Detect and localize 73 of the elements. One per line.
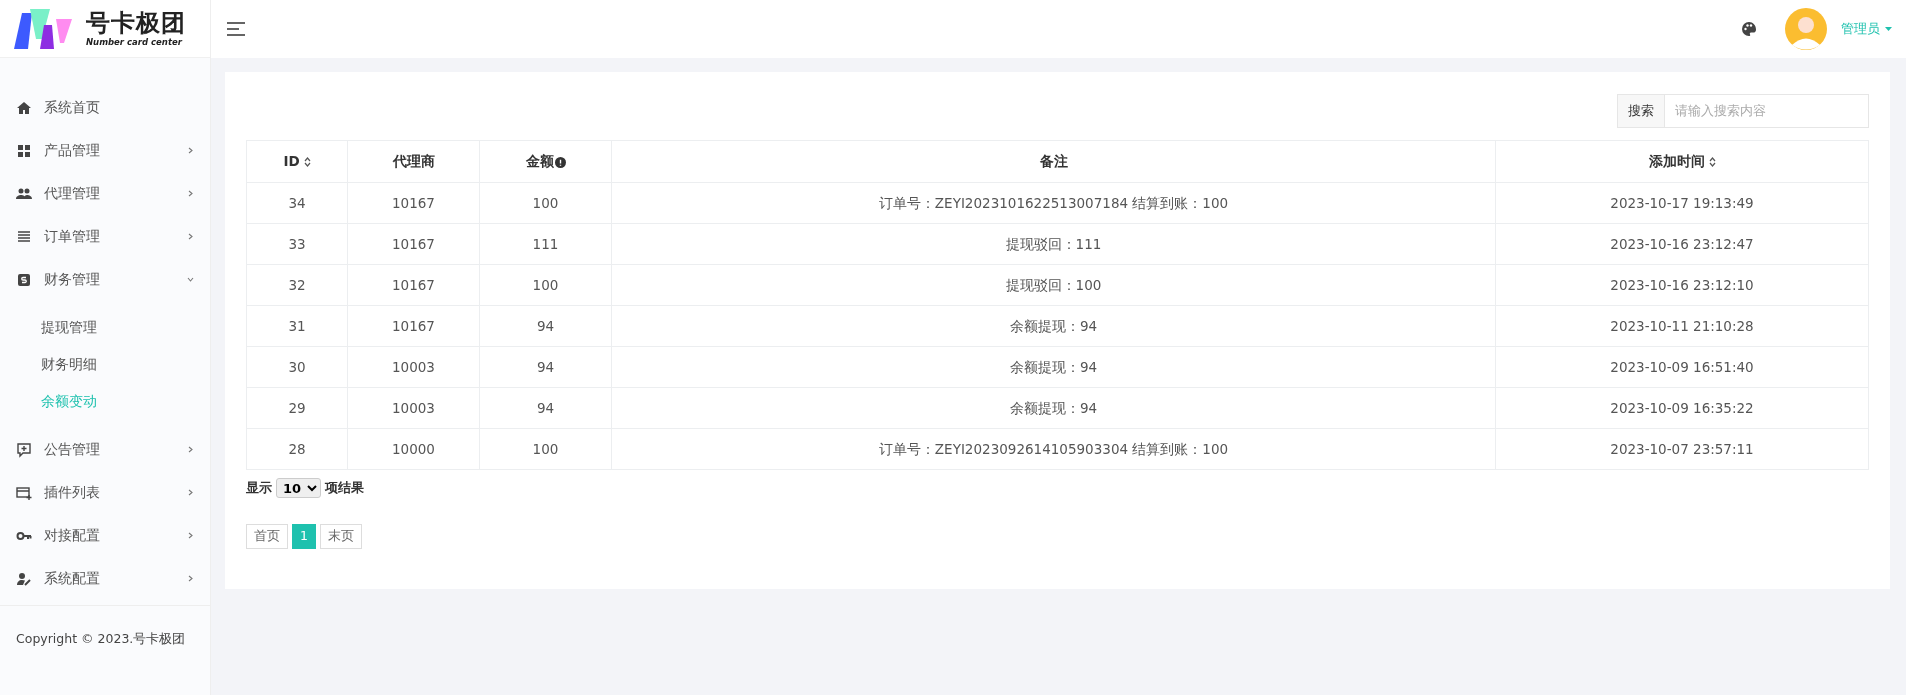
table-cell: 提现驳回：100 (611, 264, 1496, 306)
table-cell: 2023-10-09 16:51:40 (1495, 346, 1869, 388)
table-cell: 10167 (347, 305, 480, 347)
table-cell: 33 (246, 223, 348, 265)
logo-subtitle: Number card center (86, 37, 184, 47)
column-header: 金额 (479, 140, 612, 183)
column-header[interactable]: ID (246, 140, 348, 183)
table-cell: 10003 (347, 346, 480, 388)
table-cell: 100 (479, 182, 612, 224)
table-cell: 29 (246, 387, 348, 429)
table-cell: 2023-10-07 23:57:11 (1495, 428, 1869, 470)
table-cell: 余额提现：94 (611, 346, 1496, 388)
table-cell: 余额提现：94 (611, 387, 1496, 429)
column-header: 备注 (611, 140, 1496, 183)
table-cell: 订单号：ZEYI2023101622513007184 结算到账：100 (611, 182, 1496, 224)
table-cell: 10167 (347, 264, 480, 306)
table-cell: 10003 (347, 387, 480, 429)
announcement-icon (16, 441, 32, 458)
table-cell: 余额提现：94 (611, 305, 1496, 347)
search-label: 搜索 (1617, 94, 1665, 128)
list-icon (16, 228, 32, 245)
copyright-text: Copyright © 2023.号卡极团 (0, 605, 210, 695)
table-cell: 32 (246, 264, 348, 306)
table-cell: 订单号：ZEYI2023092614105903304 结算到账：100 (611, 428, 1496, 470)
table-cell: 2023-10-17 19:13:49 (1495, 182, 1869, 224)
table-cell: 2023-10-16 23:12:10 (1495, 264, 1869, 306)
table-cell: 94 (479, 387, 612, 429)
grid-icon (16, 142, 32, 159)
home-icon (16, 99, 32, 116)
menu-item[interactable]: 系统首页 (0, 86, 210, 129)
dollar-icon (16, 271, 32, 288)
menu-icon[interactable] (227, 22, 245, 36)
table-cell: 94 (479, 346, 612, 388)
table-cell: 34 (246, 182, 348, 224)
table-cell: 2023-10-09 16:35:22 (1495, 387, 1869, 429)
search-field[interactable]: 请输入搜索内容 (1665, 94, 1869, 128)
table-cell: 100 (479, 264, 612, 306)
menu-item[interactable]: 对接配置 (0, 514, 210, 557)
page-size-label: 项结果 (325, 479, 364, 498)
sort-icon[interactable] (1708, 157, 1716, 168)
palette-icon[interactable] (1741, 21, 1757, 37)
menu-item[interactable]: 订单管理 (0, 215, 210, 258)
page-size-select[interactable]: 10 (276, 478, 321, 498)
sort-icon[interactable] (303, 157, 311, 168)
page-button[interactable]: 首页 (246, 524, 288, 549)
logo-title: 号卡极团 (86, 10, 186, 35)
menu-item[interactable]: 插件列表 (0, 471, 210, 514)
menu-item[interactable]: 系统配置 (0, 557, 210, 600)
menu-item[interactable]: 产品管理 (0, 129, 210, 172)
menu-item[interactable]: 财务管理 (0, 258, 210, 301)
table-cell: 10167 (347, 182, 480, 224)
column-header[interactable]: 添加时间 (1495, 140, 1869, 183)
info-icon (554, 156, 566, 168)
menu-item[interactable]: 公告管理 (0, 428, 210, 471)
table-cell: 111 (479, 223, 612, 265)
page-size-label: 显示 (246, 479, 272, 498)
table-cell: 10000 (347, 428, 480, 470)
table-cell: 2023-10-11 21:10:28 (1495, 305, 1869, 347)
user-edit-icon (16, 570, 32, 587)
table-cell: 30 (246, 346, 348, 388)
table-cell: 10167 (347, 223, 480, 265)
table-cell: 100 (479, 428, 612, 470)
column-header: 代理商 (347, 140, 480, 183)
table-cell: 提现驳回：111 (611, 223, 1496, 265)
submenu-item[interactable]: 提现管理 (0, 309, 210, 346)
submenu-item[interactable]: 财务明细 (0, 346, 210, 383)
table-cell: 28 (246, 428, 348, 470)
table-cell: 31 (246, 305, 348, 347)
menu-item[interactable]: 代理管理 (0, 172, 210, 215)
card-add-icon (16, 484, 32, 501)
page-button[interactable]: 末页 (319, 524, 362, 549)
table-cell: 94 (479, 305, 612, 347)
table-cell: 2023-10-16 23:12:47 (1495, 223, 1869, 265)
